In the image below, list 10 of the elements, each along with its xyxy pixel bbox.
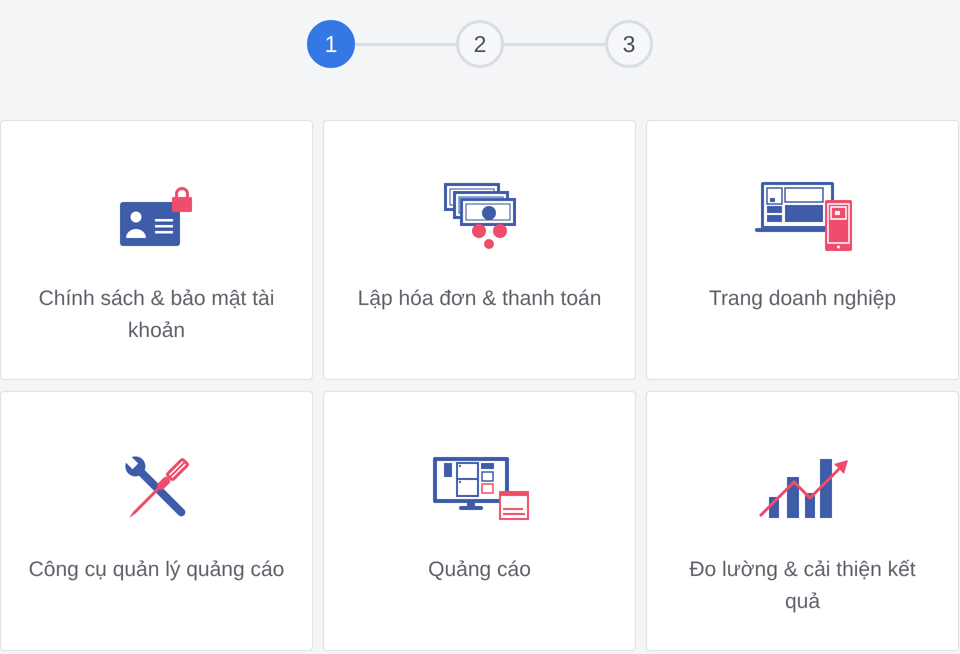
id-card-lock-icon [120, 186, 194, 246]
topic-card[interactable]: Chính sách & bảo mật tài khoản [0, 120, 313, 380]
topic-card[interactable]: Trang doanh nghiệp [646, 120, 959, 380]
topic-card[interactable]: Đo lường & cải thiện kết quả [646, 391, 959, 651]
step-indicator: 3 [605, 20, 653, 68]
topic-card[interactable]: Công cụ quản lý quảng cáo [0, 391, 313, 651]
step-indicator: 1 [307, 20, 355, 68]
topic-card[interactable]: Quảng cáo [323, 391, 636, 651]
topic-card[interactable]: Lập hóa đơn & thanh toán [323, 120, 636, 380]
step-indicator: 2 [456, 20, 504, 68]
